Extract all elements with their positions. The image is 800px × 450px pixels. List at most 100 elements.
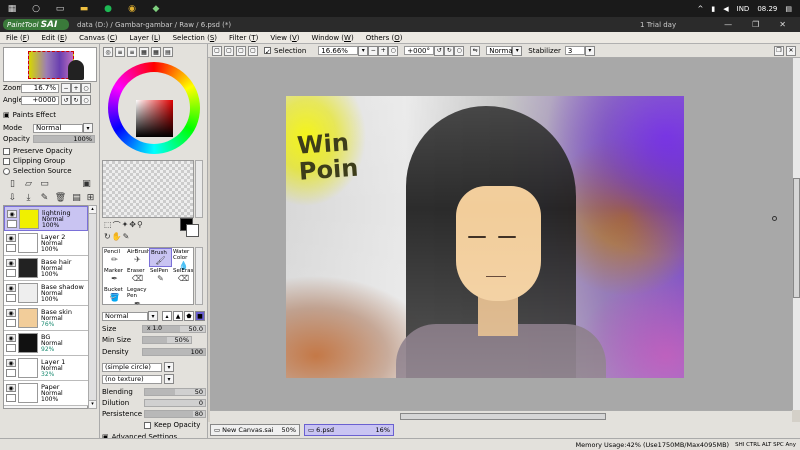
- zoom-reset-icon[interactable]: ○: [81, 83, 91, 93]
- angle-value[interactable]: +0000: [21, 95, 59, 105]
- brush-tool-marker[interactable]: Marker ✒: [103, 267, 126, 286]
- scroll-down-icon[interactable]: ▾: [89, 400, 96, 408]
- file-explorer-icon[interactable]: ▬: [77, 2, 91, 16]
- flip-horizontal-icon[interactable]: ⇋: [470, 45, 481, 56]
- color-swatch-area[interactable]: [102, 160, 194, 218]
- zoom-in-icon[interactable]: +: [378, 45, 389, 56]
- eye-icon[interactable]: ◉: [6, 334, 16, 342]
- document-tab[interactable]: ▭ New Canvas.sai 50%: [210, 424, 300, 436]
- scroll-up-icon[interactable]: ▴: [89, 206, 96, 214]
- invert-selection-icon[interactable]: ▢: [224, 45, 234, 56]
- menu-edit[interactable]: Edit (E): [35, 34, 73, 42]
- tip-soft-icon[interactable]: ⬟: [184, 311, 194, 321]
- rotate-tool-icon[interactable]: ↻: [104, 232, 111, 241]
- rect-select-icon[interactable]: ⬚: [104, 220, 112, 231]
- keep-opacity-checkbox[interactable]: [144, 421, 151, 429]
- brush-tool-eraser[interactable]: Eraser ⌫: [126, 267, 149, 286]
- hand-icon[interactable]: ✋: [112, 232, 122, 241]
- layer-item[interactable]: ◉ Layer 2 Normal 100%: [4, 231, 88, 256]
- layer-item[interactable]: ◉ Base skin Normal 76%: [4, 306, 88, 331]
- canvas-zoom-input[interactable]: 16.66%: [318, 46, 359, 55]
- menu-window[interactable]: Window (W): [305, 34, 359, 42]
- zoom-tool-icon[interactable]: ⚲: [137, 220, 143, 231]
- brush-tool-selpen[interactable]: SelPen ✎: [149, 267, 172, 286]
- color-swatch-icon[interactable]: ▦: [151, 47, 161, 57]
- canvas-mode-dropdown[interactable]: Normal: [486, 46, 515, 55]
- stabilizer-input[interactable]: 3: [564, 46, 585, 55]
- spotify-icon[interactable]: ●: [101, 2, 115, 16]
- background-color[interactable]: [186, 224, 199, 237]
- stack-icon[interactable]: ▤: [71, 192, 82, 203]
- layer-lock-icon[interactable]: [6, 269, 16, 277]
- canvas-vertical-scrollbar[interactable]: [792, 58, 800, 410]
- deselect-icon[interactable]: ▢: [212, 45, 222, 56]
- zoom-value[interactable]: 16.7%: [21, 83, 59, 93]
- canvas-viewport[interactable]: Win Poin: [210, 58, 792, 410]
- delete-layer-icon[interactable]: 🗑: [55, 192, 66, 203]
- chevron-down-icon[interactable]: ▾: [164, 374, 174, 384]
- panel-close-icon[interactable]: ✕: [786, 45, 796, 56]
- transfer-down-icon[interactable]: ⇩: [7, 192, 18, 203]
- windows-icon[interactable]: ▦: [5, 2, 19, 16]
- layer-lock-icon[interactable]: [6, 344, 16, 352]
- color-wheel[interactable]: [108, 62, 200, 154]
- layer-lock-icon[interactable]: [6, 394, 16, 402]
- layer-list-scrollbar[interactable]: ▴ ▾: [88, 205, 97, 409]
- volume-icon[interactable]: ◀: [723, 5, 728, 13]
- brush-tool-water-color[interactable]: Water Color 💧: [172, 248, 195, 270]
- rotate-reset-icon[interactable]: ○: [454, 45, 465, 56]
- chevron-down-icon[interactable]: ▾: [358, 45, 369, 56]
- eye-icon[interactable]: ◉: [7, 210, 17, 218]
- close-icon[interactable]: ✕: [779, 20, 786, 29]
- zoom-in-icon[interactable]: +: [71, 83, 81, 93]
- brush-mode-dropdown[interactable]: Normal: [102, 311, 148, 321]
- layer-item[interactable]: ◉ Base hair Normal 100%: [4, 256, 88, 281]
- brush-shape-dropdown[interactable]: (simple circle): [102, 362, 162, 372]
- clipping-group-option[interactable]: Clipping Group: [3, 157, 65, 165]
- chain-icon[interactable]: ⊞: [85, 192, 96, 203]
- tip-square-icon[interactable]: ■: [195, 311, 205, 321]
- lasso-icon[interactable]: ⌒: [113, 220, 121, 231]
- clear-layer-icon[interactable]: ✎: [39, 192, 50, 203]
- menu-filter[interactable]: Filter (T): [223, 34, 264, 42]
- brush-tool-seleras[interactable]: SelEras ⌫: [172, 267, 195, 286]
- artwork-canvas[interactable]: Win Poin: [286, 96, 684, 378]
- new-linework-layer-icon[interactable]: ▱: [23, 178, 34, 189]
- density-slider[interactable]: 100: [142, 348, 206, 356]
- brush-texture-dropdown[interactable]: (no texture): [102, 374, 162, 384]
- maximize-icon[interactable]: ❐: [752, 20, 759, 29]
- dilution-slider[interactable]: 0: [144, 399, 206, 407]
- eye-icon[interactable]: ◉: [6, 359, 16, 367]
- min-size-slider[interactable]: 50%: [142, 336, 192, 344]
- rotate-left-icon[interactable]: ↺: [61, 95, 71, 105]
- document-tab[interactable]: ▭ 6.psd 16%: [304, 424, 394, 436]
- eye-icon[interactable]: ◉: [6, 259, 16, 267]
- eye-icon[interactable]: ◉: [6, 234, 16, 242]
- tray-clock[interactable]: 08.29: [757, 5, 777, 13]
- eye-icon[interactable]: ◉: [6, 309, 16, 317]
- brush-tool-bucket[interactable]: Bucket 🪣: [103, 286, 126, 305]
- layer-item[interactable]: ◉ lightning Normal 100%: [4, 206, 88, 231]
- sai-icon[interactable]: ◆: [149, 2, 163, 16]
- layer-lock-icon[interactable]: [6, 294, 16, 302]
- eye-icon[interactable]: ◉: [6, 284, 16, 292]
- merge-down-icon[interactable]: ⤓: [23, 192, 34, 203]
- brush-tool-airbrush[interactable]: AirBrush ✈: [126, 248, 150, 267]
- brush-tool-legacy-pen[interactable]: Legacy Pen ✒: [126, 286, 149, 308]
- brush-grid-scrollbar[interactable]: [195, 247, 203, 305]
- swatch-scrollbar[interactable]: [195, 160, 203, 218]
- selection-square-icon[interactable]: ▢: [236, 45, 246, 56]
- zoom-out-icon[interactable]: −: [368, 45, 379, 56]
- layer-mode-dropdown[interactable]: Normal: [33, 123, 83, 133]
- menu-view[interactable]: View (V): [264, 34, 305, 42]
- blending-slider[interactable]: 50: [144, 388, 206, 396]
- rgb-slider-icon[interactable]: ≡: [115, 47, 125, 57]
- tip-hard-icon[interactable]: ▴: [162, 311, 172, 321]
- color-wheel-mode-icon[interactable]: ◎: [103, 47, 113, 57]
- layer-item[interactable]: ◉ Base shadow Normal 100%: [4, 281, 88, 306]
- panel-restore-icon[interactable]: ❐: [774, 45, 784, 56]
- size-multiplier[interactable]: x 1.0: [147, 325, 162, 332]
- size-slider[interactable]: x 1.0 50.0: [142, 325, 206, 333]
- layer-item[interactable]: ◉ Paper Normal 100%: [4, 381, 88, 406]
- rotate-left-icon[interactable]: ↺: [434, 45, 445, 56]
